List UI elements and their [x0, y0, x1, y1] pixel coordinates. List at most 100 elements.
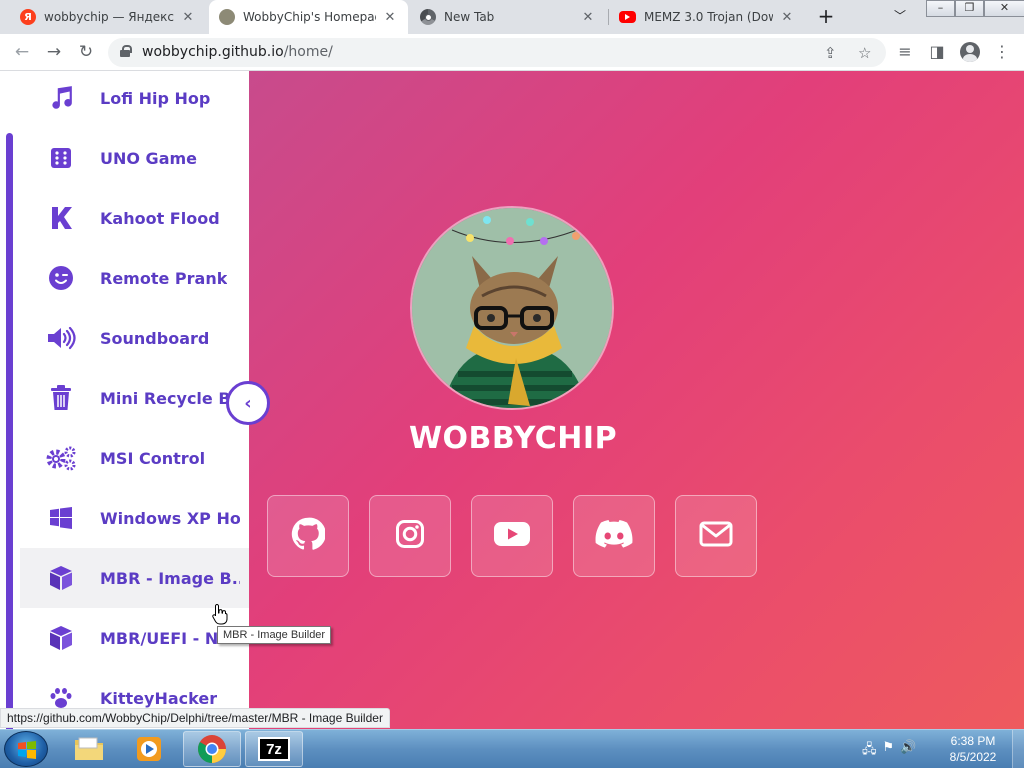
url-text[interactable]: wobbychip.github.io/home/ [142, 44, 333, 60]
bookmark-star-icon[interactable]: ☆ [858, 44, 871, 62]
reload-icon[interactable]: ↻ [74, 42, 98, 62]
folder-icon [75, 737, 103, 760]
chrome-icon [198, 735, 226, 763]
mail-icon [699, 521, 733, 551]
close-icon[interactable]: ✕ [779, 10, 795, 25]
volume-icon [40, 326, 82, 350]
cat-favicon [219, 9, 235, 25]
github-button[interactable] [267, 495, 349, 577]
tab-title: WobbyChip's Homepage [243, 10, 376, 24]
tab-new-tab[interactable]: New Tab ✕ [410, 0, 606, 34]
tab-title: New Tab [444, 10, 495, 24]
taskbar-explorer[interactable] [60, 731, 118, 767]
minimize-button[interactable]: – [926, 0, 955, 17]
url-path: /home/ [283, 44, 333, 60]
sidebar-item-kahoot-flood[interactable]: Kahoot Flood [20, 188, 249, 248]
lock-icon[interactable] [120, 45, 132, 57]
sidebar-item-label: Kahoot Flood [100, 208, 220, 228]
taskbar-7zip[interactable]: 7z [245, 731, 303, 767]
sidebar-item-remote-prank[interactable]: Remote Prank [20, 248, 249, 308]
paw-icon [40, 686, 82, 710]
menu-kebab-icon[interactable]: ⋮ [991, 42, 1013, 61]
close-window-button[interactable]: ✕ [984, 0, 1024, 17]
forward-arrow-icon[interactable]: → [42, 42, 66, 62]
tab-homepage[interactable]: WobbyChip's Homepage ✕ [209, 0, 408, 34]
7zip-icon: 7z [258, 737, 290, 761]
hero-section [249, 71, 1024, 729]
avatar [410, 206, 614, 410]
close-icon[interactable]: ✕ [382, 10, 398, 25]
windows-icon [40, 507, 82, 529]
sidebar-item-label: Mini Recycle Bin [100, 388, 240, 408]
close-icon[interactable]: ✕ [180, 10, 196, 25]
sidebar: Lofi Hip Hop UNO Game Kahoot Flood Remot… [0, 71, 249, 729]
cube-icon [40, 565, 82, 591]
youtube-button[interactable] [471, 495, 553, 577]
sidebar-item-label: MBR/UEFI - No [100, 628, 230, 648]
media-player-icon [137, 737, 161, 761]
instagram-button[interactable] [369, 495, 451, 577]
sidebar-item-uno-game[interactable]: UNO Game [20, 128, 249, 188]
network-icon[interactable]: 🖧 [862, 740, 877, 762]
tab-strip: Я wobbychip — Яндекс: на ✕ WobbyChip's H… [0, 0, 1024, 34]
tooltip: MBR - Image Builder [217, 626, 332, 644]
taskbar-chrome[interactable] [183, 731, 241, 767]
action-center-icon[interactable]: ⚑ [883, 740, 895, 762]
back-arrow-icon[interactable]: ← [10, 42, 34, 62]
sidebar-item-msi-control[interactable]: MSI Control [20, 428, 249, 488]
side-panel-icon[interactable]: ◨ [926, 42, 948, 61]
address-bar[interactable]: wobbychip.github.io/home/ ⇪ ☆ [108, 38, 886, 67]
email-button[interactable] [675, 495, 757, 577]
sidebar-item-label: MBR - Image B... [100, 568, 240, 588]
chrome-icon [420, 9, 436, 25]
window-controls: – ❐ ✕ [926, 0, 1024, 17]
restore-button[interactable]: ❐ [955, 0, 984, 17]
music-icon [40, 85, 82, 111]
speaker-icon[interactable]: 🔊 [900, 740, 916, 762]
sidebar-item-soundboard[interactable]: Soundboard [20, 308, 249, 368]
media-control-icon[interactable]: ≡ [894, 42, 916, 61]
sidebar-scrollbar[interactable] [6, 133, 13, 729]
url-host: wobbychip.github.io [142, 44, 284, 60]
sidebar-collapse-button[interactable]: ‹ [226, 381, 270, 425]
github-icon [291, 517, 326, 555]
close-icon[interactable]: ✕ [580, 10, 596, 25]
sidebar-item-label: Soundboard [100, 328, 210, 348]
yandex-icon: Я [20, 9, 36, 25]
sidebar-item-label: Windows XP Ho... [100, 508, 240, 528]
tab-search-chevron-icon[interactable]: ﹀ [894, 7, 906, 24]
sidebar-item-label: KitteyHacker [100, 688, 218, 708]
youtube-icon [494, 521, 530, 551]
link-status-bubble: https://github.com/WobbyChip/Delphi/tree… [0, 708, 390, 728]
windows-taskbar: 7z 🖧 ⚑ 🔊 6:38 PM 8/5/2022 [0, 729, 1024, 769]
sidebar-item-label: Remote Prank [100, 268, 228, 288]
tab-memz[interactable]: MEMZ 3.0 Trojan (Downlo ✕ [609, 0, 805, 34]
taskbar-clock[interactable]: 6:38 PM 8/5/2022 [940, 733, 1006, 765]
show-desktop-button[interactable] [1012, 730, 1024, 769]
tab-title: wobbychip — Яндекс: на [44, 10, 174, 24]
instagram-icon [395, 519, 425, 553]
profile-avatar-icon[interactable] [960, 42, 980, 62]
system-tray: 🖧 ⚑ 🔊 [862, 740, 916, 762]
sidebar-item-mbr-image-builder[interactable]: MBR - Image B... [20, 548, 249, 608]
start-button[interactable] [4, 731, 48, 767]
sidebar-item-mini-recycle-bin[interactable]: Mini Recycle Bin [20, 368, 249, 428]
page-content: Lofi Hip Hop UNO Game Kahoot Flood Remot… [0, 71, 1024, 729]
trash-icon [40, 385, 82, 411]
gears-icon [40, 445, 82, 471]
cube-icon [40, 625, 82, 651]
clock-date: 8/5/2022 [949, 750, 997, 764]
taskbar-media-player[interactable] [121, 731, 179, 767]
youtube-icon [619, 11, 636, 23]
wink-icon [40, 265, 82, 291]
sidebar-item-label: Lofi Hip Hop [100, 88, 211, 108]
discord-button[interactable] [573, 495, 655, 577]
tab-yandex[interactable]: Я wobbychip — Яндекс: на ✕ [10, 0, 206, 34]
sidebar-item-windows-xp[interactable]: Windows XP Ho... [20, 488, 249, 548]
kahoot-icon [40, 206, 82, 230]
share-icon[interactable]: ⇪ [824, 44, 837, 62]
sidebar-item-lofi-hip-hop[interactable]: Lofi Hip Hop [20, 71, 249, 128]
tab-title: MEMZ 3.0 Trojan (Downlo [644, 10, 773, 24]
windows-logo-icon [18, 741, 36, 759]
new-tab-button[interactable]: + [814, 5, 838, 29]
